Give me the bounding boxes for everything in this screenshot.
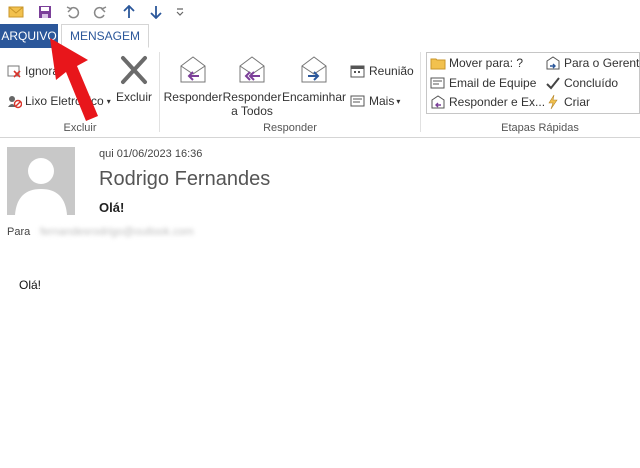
- reply-all-icon: [236, 54, 268, 86]
- folder-icon: [430, 55, 446, 71]
- quick-access-toolbar: [0, 0, 640, 24]
- junk-icon: [6, 93, 22, 109]
- arrow-up-icon[interactable]: [120, 3, 138, 21]
- person-icon: [15, 158, 67, 215]
- excluir-label: Excluir: [116, 90, 153, 104]
- more-icon: [350, 93, 366, 109]
- reply-icon: [177, 54, 209, 86]
- responder-excluir-step[interactable]: Responder e Ex...: [430, 93, 545, 111]
- avatar: [7, 147, 75, 215]
- arrow-down-icon[interactable]: [147, 3, 165, 21]
- ignore-icon: [6, 63, 22, 79]
- mail-icon[interactable]: [7, 3, 25, 21]
- responder-button[interactable]: Responder: [163, 54, 223, 104]
- save-icon[interactable]: [36, 3, 54, 21]
- criar-label: Criar: [564, 95, 590, 109]
- forward-manager-icon: [545, 55, 561, 71]
- chevron-down-icon: ▾: [396, 96, 401, 106]
- para-gerente-label: Para o Gerente: [564, 56, 640, 70]
- redo-icon[interactable]: [91, 3, 109, 21]
- delete-x-icon: [118, 54, 150, 86]
- responder-todos-label-1: Responder: [222, 90, 282, 104]
- sender-name[interactable]: Rodrigo Fernandes: [99, 168, 270, 191]
- lightning-icon: [545, 94, 561, 110]
- group-separator: [159, 52, 160, 132]
- team-email-icon: [430, 75, 446, 91]
- responder-excluir-label: Responder e Ex...: [449, 95, 546, 109]
- message-subject: Olá!: [99, 200, 125, 215]
- reply-delete-icon: [430, 94, 446, 110]
- group-label-responder: Responder: [263, 122, 317, 134]
- group-separator: [420, 52, 421, 132]
- calendar-icon: [350, 63, 366, 79]
- responder-todos-label-2: a Todos: [231, 104, 273, 118]
- undo-icon[interactable]: [64, 3, 82, 21]
- message-date: qui 01/06/2023 16:36: [99, 148, 203, 160]
- to-email[interactable]: fernandesrodrigo@outlook.com: [40, 226, 194, 238]
- encaminhar-button[interactable]: Encaminhar: [281, 54, 347, 104]
- concluido-label: Concluído: [564, 76, 619, 90]
- concluido-step[interactable]: Concluído: [545, 74, 618, 92]
- email-equipe-label: Email de Equipe: [449, 76, 537, 90]
- criar-step[interactable]: Criar: [545, 93, 590, 111]
- message-body: Olá!: [19, 278, 42, 292]
- customize-toolbar-icon[interactable]: [171, 3, 189, 21]
- forward-icon: [298, 54, 330, 86]
- group-label-etapas-rapidas: Etapas Rápidas: [501, 122, 579, 134]
- excluir-button[interactable]: Excluir: [116, 54, 152, 104]
- mais-label: Mais: [369, 94, 395, 108]
- reuniao-label: Reunião: [369, 64, 414, 78]
- annotation-arrow-icon: [50, 38, 98, 121]
- responder-a-todos-button[interactable]: Responder a Todos: [222, 54, 282, 118]
- mover-para-step[interactable]: Mover para: ?: [430, 54, 523, 72]
- mover-para-label: Mover para: ?: [449, 56, 524, 70]
- responder-label: Responder: [163, 90, 223, 104]
- mais-button[interactable]: Mais ▾: [350, 92, 400, 110]
- email-equipe-step[interactable]: Email de Equipe: [430, 74, 536, 92]
- para-gerente-step[interactable]: Para o Gerente: [545, 54, 640, 72]
- encaminhar-label: Encaminhar: [281, 90, 347, 104]
- checkmark-icon: [545, 75, 561, 91]
- reuniao-button[interactable]: Reunião: [350, 62, 414, 80]
- message-view: qui 01/06/2023 16:36 Rodrigo Fernandes O…: [0, 138, 640, 468]
- to-label: Para: [7, 226, 31, 238]
